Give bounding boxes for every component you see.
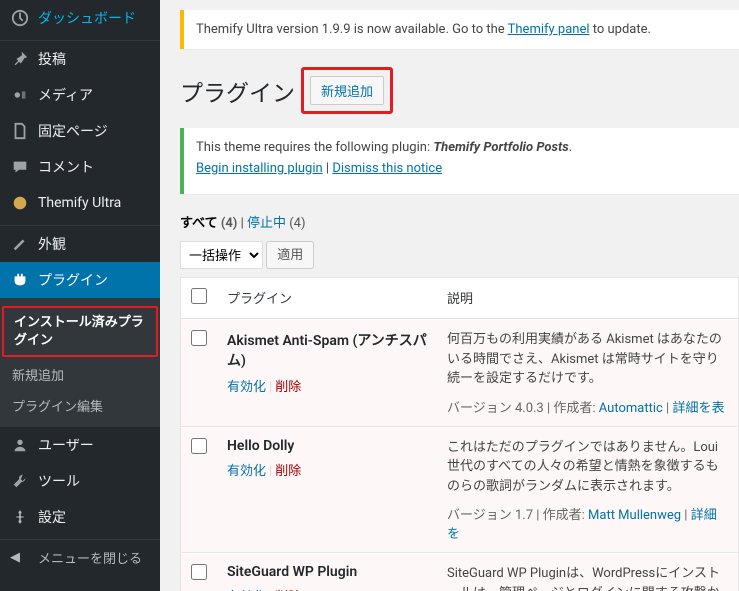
collapse-icon: ◀ bbox=[10, 550, 30, 565]
menu-themify[interactable]: Themify Ultra bbox=[0, 185, 160, 221]
themify-panel-link[interactable]: Themify panel bbox=[508, 22, 590, 37]
table-row: SiteGuard WP Plugin 有効化|削除 SiteGuard WP … bbox=[181, 553, 738, 591]
plugin-name: SiteGuard WP Plugin bbox=[227, 564, 427, 580]
bulk-apply-button[interactable]: 適用 bbox=[266, 241, 314, 269]
menu-tools[interactable]: ツール bbox=[0, 463, 160, 499]
menu-label: 外観 bbox=[38, 234, 66, 254]
dashboard-icon bbox=[10, 8, 30, 28]
bulk-action-select[interactable]: 一括操作 bbox=[180, 241, 263, 269]
select-all-checkbox[interactable] bbox=[191, 288, 207, 304]
menu-label: コメント bbox=[38, 157, 94, 177]
update-notice: Themify Ultra version 1.9.9 is now avail… bbox=[180, 10, 739, 49]
pin-icon bbox=[10, 49, 30, 69]
menu-label: ツール bbox=[38, 471, 80, 491]
plugin-icon bbox=[10, 270, 30, 290]
menu-media[interactable]: メディア bbox=[0, 77, 160, 113]
appearance-icon bbox=[10, 234, 30, 254]
col-plugin[interactable]: プラグイン bbox=[217, 278, 437, 319]
main-content: Themify Ultra version 1.9.9 is now avail… bbox=[160, 0, 739, 591]
filter-links: すべて (4) | 停止中 (4) bbox=[180, 212, 739, 231]
add-new-button[interactable]: 新規追加 bbox=[310, 76, 384, 105]
menu-comments[interactable]: コメント bbox=[0, 149, 160, 185]
submenu-add-new[interactable]: 新規追加 bbox=[0, 359, 160, 390]
plugin-name: Hello Dolly bbox=[227, 438, 427, 454]
row-checkbox[interactable] bbox=[191, 564, 207, 580]
plugins-submenu: インストール済みプラグイン 新規追加 プラグイン編集 bbox=[0, 298, 160, 427]
row-checkbox[interactable] bbox=[191, 438, 207, 454]
submenu-installed[interactable]: インストール済みプラグイン bbox=[2, 306, 158, 357]
page-icon bbox=[10, 121, 30, 141]
activate-link[interactable]: 有効化 bbox=[227, 464, 266, 479]
user-icon bbox=[10, 435, 30, 455]
detail-link[interactable]: 詳細を表 bbox=[672, 401, 724, 416]
menu-label: Themify Ultra bbox=[38, 195, 121, 211]
author-link[interactable]: Matt Mullenweg bbox=[588, 508, 681, 523]
menu-label: 設定 bbox=[38, 507, 66, 527]
menu-plugins[interactable]: プラグイン bbox=[0, 262, 160, 298]
plugin-name: Akismet Anti-Spam (アンチスパム) bbox=[227, 330, 427, 370]
dismiss-notice-link[interactable]: Dismiss this notice bbox=[332, 161, 442, 176]
menu-label: メディア bbox=[38, 85, 93, 105]
add-new-highlight: 新規追加 bbox=[301, 67, 393, 114]
author-link[interactable]: Automattic bbox=[599, 401, 663, 416]
menu-appearance[interactable]: 外観 bbox=[0, 226, 160, 262]
tool-icon bbox=[10, 471, 30, 491]
plugins-table: プラグイン 説明 Akismet Anti-Spam (アンチスパム) 有効化|… bbox=[180, 277, 739, 591]
table-row: Hello Dolly 有効化|削除 これはただのプラグインではありません。Lo… bbox=[181, 427, 738, 554]
begin-install-link[interactable]: Begin installing plugin bbox=[196, 161, 323, 176]
page-title: プラグイン bbox=[180, 74, 295, 108]
theme-required-notice: This theme requires the following plugin… bbox=[180, 128, 739, 194]
menu-settings[interactable]: 設定 bbox=[0, 499, 160, 535]
menu-label: 固定ページ bbox=[38, 121, 108, 141]
collapse-menu[interactable]: ◀ メニューを閉じる bbox=[0, 540, 160, 575]
notice-suffix: to update. bbox=[590, 22, 651, 37]
menu-label: 投稿 bbox=[38, 49, 66, 69]
media-icon bbox=[10, 85, 30, 105]
delete-link[interactable]: 削除 bbox=[275, 464, 301, 479]
table-row: Akismet Anti-Spam (アンチスパム) 有効化|削除 何百万もの利… bbox=[181, 319, 738, 427]
themify-icon bbox=[10, 193, 30, 213]
plugin-description: これはただのプラグインではありません。Loui世代のすべての人々の希望と情熱を象… bbox=[447, 438, 728, 497]
collapse-label: メニューを閉じる bbox=[38, 548, 142, 567]
gear-icon bbox=[10, 507, 30, 527]
submenu-editor[interactable]: プラグイン編集 bbox=[0, 390, 160, 421]
menu-label: プラグイン bbox=[38, 270, 108, 290]
menu-label: ユーザー bbox=[38, 435, 94, 455]
col-description[interactable]: 説明 bbox=[437, 278, 738, 319]
menu-users[interactable]: ユーザー bbox=[0, 427, 160, 463]
menu-pages[interactable]: 固定ページ bbox=[0, 113, 160, 149]
row-checkbox[interactable] bbox=[191, 330, 207, 346]
plugin-description: 何百万もの利用実績がある Akismet はあなたのいる時間でさえ、Akisme… bbox=[447, 330, 728, 389]
admin-sidebar: ダッシュボード 投稿 メディア 固定ページ コメント Themify Ultra… bbox=[0, 0, 160, 591]
menu-label: ダッシュボード bbox=[38, 8, 136, 28]
comment-icon bbox=[10, 157, 30, 177]
menu-dashboard[interactable]: ダッシュボード bbox=[0, 0, 160, 36]
filter-all[interactable]: すべて (4) bbox=[180, 216, 237, 231]
activate-link[interactable]: 有効化 bbox=[227, 380, 266, 395]
menu-posts[interactable]: 投稿 bbox=[0, 41, 160, 77]
plugin-description: SiteGuard WP Pluginは、WordPressにインストールは、管… bbox=[447, 564, 728, 591]
filter-inactive[interactable]: 停止中 bbox=[247, 216, 286, 231]
delete-link[interactable]: 削除 bbox=[275, 380, 301, 395]
notice-text: Themify Ultra version 1.9.9 is now avail… bbox=[196, 22, 508, 37]
